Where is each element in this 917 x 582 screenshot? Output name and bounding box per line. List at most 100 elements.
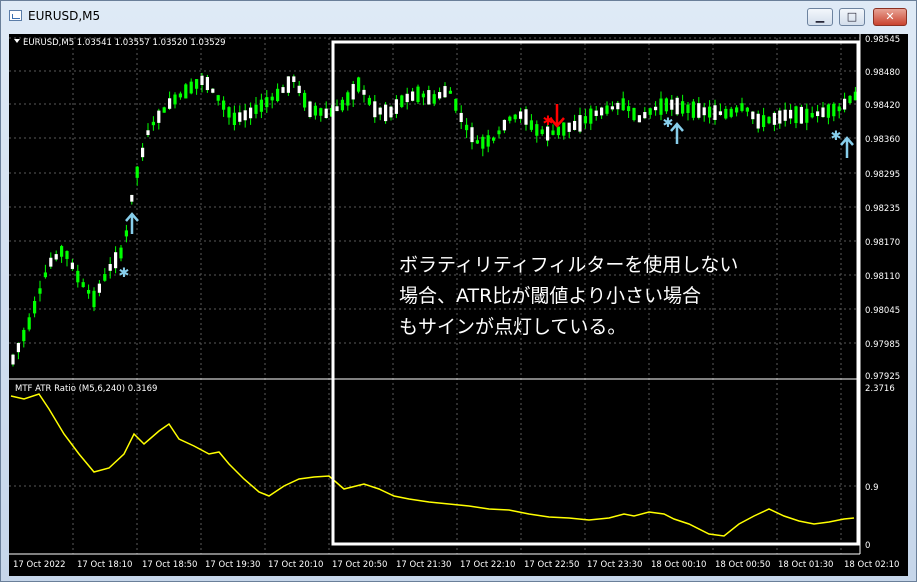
chart-area[interactable]: ✱ ✱ ✱ ✱ EURUSD,M5 1.03541 1.03557 1.03520 1…	[9, 34, 908, 576]
candle-body	[659, 98, 663, 115]
candle-body	[405, 93, 409, 103]
candle-body	[573, 120, 577, 130]
time-label: 17 Oct 2022	[13, 560, 66, 570]
collapse-triangle-icon[interactable]	[14, 39, 20, 43]
candle-body	[816, 111, 820, 117]
candle-body	[216, 95, 220, 101]
candle-body	[589, 108, 593, 124]
candle-body	[470, 127, 474, 143]
candle-body	[751, 111, 755, 120]
candle-body	[826, 104, 830, 118]
indicator-label: MTF ATR Ratio (M5,6,240) 0.3169	[15, 384, 157, 394]
annotation-line-3: もサインが点灯している。	[399, 316, 626, 338]
candle-body	[513, 114, 517, 120]
candle-body	[276, 88, 280, 102]
candle-body	[524, 109, 528, 125]
candle-body	[108, 264, 112, 271]
candle-body	[313, 105, 317, 116]
candle-body	[702, 107, 706, 116]
candle-body	[114, 252, 118, 269]
candle-body	[227, 107, 231, 118]
candle-body	[97, 283, 101, 293]
candle-body	[281, 87, 285, 93]
candle-body	[357, 77, 361, 92]
candle-body	[600, 107, 604, 116]
annotation-line-1: ボラティリティフィルターを使用しない	[399, 254, 738, 276]
window-title: EURUSD,M5	[28, 9, 101, 23]
candle-body	[11, 354, 15, 365]
candle-body	[605, 105, 609, 114]
symbol-header: EURUSD,M5 1.03541 1.03557 1.03520 1.0352…	[23, 38, 226, 48]
price-tick: 0.97985	[865, 340, 900, 350]
candle-body	[794, 106, 798, 124]
candle-body	[389, 106, 393, 118]
candle-body	[308, 101, 312, 118]
candle-body	[481, 136, 485, 149]
candle-body	[303, 92, 307, 108]
time-label: 18 Oct 00:10	[651, 560, 706, 570]
candle-body	[740, 103, 744, 111]
indicator-tick: 2.3716	[865, 384, 895, 394]
candle-body	[486, 135, 490, 147]
candle-body	[697, 103, 701, 118]
time-label: 17 Oct 19:30	[205, 560, 260, 570]
candle-body	[421, 93, 425, 98]
candle-body	[27, 317, 31, 330]
candle-body	[502, 119, 506, 131]
candle-body	[805, 108, 809, 123]
candle-body	[438, 92, 442, 99]
candle-body	[821, 107, 825, 118]
candle-body	[92, 290, 96, 308]
candle-body	[373, 101, 377, 118]
candle-body	[708, 106, 712, 118]
candle-body	[222, 100, 226, 110]
maximize-button[interactable]: □	[839, 8, 865, 26]
candle-body	[465, 124, 469, 131]
candle-body	[729, 108, 733, 117]
candle-body	[654, 106, 658, 111]
candle-body	[670, 99, 674, 110]
candle-body	[195, 79, 199, 89]
price-tick: 0.98420	[865, 101, 900, 111]
candle-body	[686, 104, 690, 113]
candle-body	[238, 112, 242, 122]
time-label: 17 Oct 20:10	[268, 560, 323, 570]
time-label: 18 Oct 02:10	[844, 560, 899, 570]
candle-body	[33, 300, 37, 314]
price-tick: 0.98045	[865, 306, 900, 316]
candle-body	[789, 109, 793, 119]
candle-body	[157, 110, 161, 123]
time-label: 17 Oct 21:30	[396, 560, 451, 570]
annotation-line-2: 場合、ATR比が閾値より小さい場合	[399, 285, 701, 307]
price-tick: 0.98235	[865, 204, 900, 214]
candle-body	[76, 270, 80, 283]
candle-body	[508, 116, 512, 121]
candle-body	[184, 84, 188, 99]
candle-body	[691, 101, 695, 118]
minimize-button[interactable]: ▁	[807, 8, 833, 26]
time-label: 18 Oct 00:50	[715, 560, 770, 570]
candle-body	[762, 115, 766, 128]
candle-body	[22, 329, 26, 342]
candle-body	[718, 111, 722, 115]
candle-body	[583, 116, 587, 124]
candle-body	[621, 98, 625, 111]
candle-body	[400, 95, 404, 107]
candle-body	[270, 96, 274, 101]
annotation: ボラティリティフィルターを使用しない 場合、ATR比が閾値より小さい場合 もサイ…	[399, 254, 738, 338]
time-label: 18 Oct 01:30	[778, 560, 833, 570]
candle-body	[49, 257, 53, 267]
title-bar[interactable]: EURUSD,M5 ▁ □ ✕	[1, 1, 916, 31]
close-button[interactable]: ✕	[873, 8, 907, 26]
candle-body	[384, 104, 388, 122]
candle-body	[535, 124, 539, 136]
candle-body	[551, 130, 555, 135]
candle-body	[637, 115, 641, 123]
chart-canvas[interactable]: ✱ ✱ ✱ ✱ EURUSD,M5 1.03541 1.03557 1.03520 1…	[9, 34, 908, 576]
candle-body	[162, 107, 166, 113]
candle-body	[427, 90, 431, 105]
candle-body	[200, 75, 204, 85]
candle-body	[767, 116, 771, 124]
star-icon: ✱	[663, 116, 674, 131]
candle-body	[837, 106, 841, 112]
